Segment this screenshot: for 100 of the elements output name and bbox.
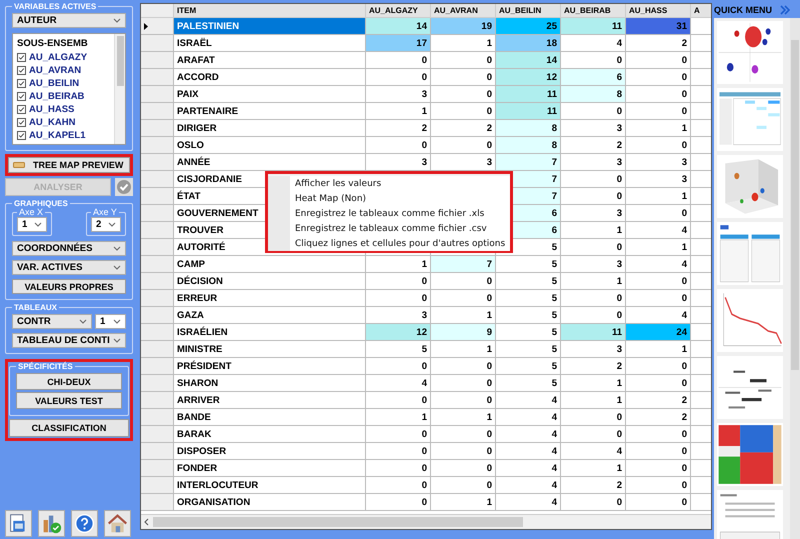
- checkbox[interactable]: [17, 79, 26, 88]
- table-cell: 3: [561, 154, 626, 171]
- table-cell: 4: [366, 375, 431, 392]
- list-item[interactable]: AU_HASS: [29, 104, 74, 115]
- table-cell[interactable]: ISRAËL: [174, 35, 366, 52]
- menu-item[interactable]: Afficher les valeurs: [268, 176, 510, 191]
- table-cell[interactable]: PARTENAIRE: [174, 103, 366, 120]
- menu-item[interactable]: Cliquez lignes et cellules pour d'autres options: [268, 236, 510, 251]
- table-cell: 0: [561, 494, 626, 511]
- home-icon: [107, 513, 128, 534]
- table-cell[interactable]: ORGANISATION: [174, 494, 366, 511]
- table-cell[interactable]: PALESTINIEN: [174, 18, 366, 35]
- list-item[interactable]: AU_KAHN: [29, 117, 76, 128]
- checkbox[interactable]: [17, 92, 26, 101]
- table-cell[interactable]: ARAFAT: [174, 52, 366, 69]
- table-cell[interactable]: ARRIVER: [174, 392, 366, 409]
- list-item[interactable]: AU_AVRAN: [29, 65, 82, 76]
- table-cell[interactable]: GAZA: [174, 307, 366, 324]
- chevron-icon: [108, 222, 116, 227]
- table-cell: 2: [626, 35, 691, 52]
- table-cell: 0: [431, 392, 496, 409]
- menu-item[interactable]: Heat Map (Non): [268, 191, 510, 206]
- word-map-thumbnail[interactable]: [717, 356, 783, 419]
- table-cell: 1: [561, 460, 626, 477]
- list-item[interactable]: AU_BEIRAB: [29, 91, 84, 102]
- table-cell: 4: [626, 256, 691, 273]
- table-cell[interactable]: BANDE: [174, 409, 366, 426]
- line-chart-thumbnail[interactable]: [717, 289, 783, 352]
- table-cell[interactable]: CAMP: [174, 256, 366, 273]
- dropdown[interactable]: 1: [17, 217, 47, 232]
- checkbox[interactable]: [17, 66, 26, 75]
- toolbar-button[interactable]: [5, 510, 32, 537]
- specificites-button[interactable]: VALEURS TEST: [16, 392, 122, 409]
- toolbar-button[interactable]: [71, 510, 98, 537]
- menu-item[interactable]: Enregistrez le tableaux comme fichier .csv: [268, 221, 510, 236]
- table-cell[interactable]: ACCORD: [174, 69, 366, 86]
- dropdown[interactable]: COORDONNÉES: [12, 241, 126, 256]
- checkbox[interactable]: [17, 118, 26, 127]
- table-cell: 0: [366, 358, 431, 375]
- dropdown[interactable]: AUTEUR: [12, 13, 126, 28]
- checkbox[interactable]: [17, 105, 26, 114]
- table-cell[interactable]: FONDER: [174, 460, 366, 477]
- table-cell[interactable]: BARAK: [174, 426, 366, 443]
- table-cell[interactable]: INTERLOCUTEUR: [174, 477, 366, 494]
- chevron-right-icon[interactable]: [780, 5, 790, 15]
- 3d-scatter-thumbnail[interactable]: [717, 155, 783, 218]
- table-cell: 0: [366, 443, 431, 460]
- dropdown[interactable]: TABLEAU DE CONTI: [12, 333, 126, 348]
- table-cell: 1: [431, 409, 496, 426]
- classification-button[interactable]: CLASSIFICATION: [9, 419, 129, 437]
- table-cell[interactable]: OSLO: [174, 137, 366, 154]
- table-cell[interactable]: ISRAÉLIEN: [174, 324, 366, 341]
- table-cell: 0: [626, 86, 691, 103]
- scrollbar[interactable]: [114, 34, 125, 144]
- table-cell[interactable]: DISPOSER: [174, 443, 366, 460]
- toolbar-button[interactable]: [38, 510, 65, 537]
- table-cell: 0: [366, 273, 431, 290]
- group-label: GRAPHIQUES: [13, 199, 69, 208]
- table-cell: 2: [626, 392, 691, 409]
- table-cell: 2: [561, 477, 626, 494]
- menu-item[interactable]: Enregistrez le tableaux comme fichier .xls: [268, 206, 510, 221]
- row-header[interactable]: [141, 18, 174, 35]
- scrollbar[interactable]: [141, 514, 711, 529]
- valeurs-propres-button[interactable]: VALEURS PROPRES: [12, 279, 126, 294]
- table-cell[interactable]: PAIX: [174, 86, 366, 103]
- table-cell[interactable]: ERREUR: [174, 290, 366, 307]
- dropdown[interactable]: CONTR: [12, 314, 92, 329]
- tables-thumbnail[interactable]: [717, 222, 783, 285]
- table-cell[interactable]: DÉCISION: [174, 273, 366, 290]
- table-cell: 5: [496, 375, 561, 392]
- treemap-thumbnail[interactable]: [717, 423, 783, 486]
- table-cell: 1: [561, 375, 626, 392]
- scrollbar[interactable]: [790, 18, 800, 539]
- group-label: Axe X: [19, 207, 44, 217]
- checkbox[interactable]: [17, 131, 26, 140]
- toolbar-button[interactable]: [104, 510, 131, 537]
- bubble-chart-thumbnail[interactable]: [717, 21, 783, 84]
- dropdown[interactable]: 2: [91, 217, 121, 232]
- tree-map-button[interactable]: TREE MAP PREVIEW: [8, 157, 130, 173]
- table-cell: 0: [626, 290, 691, 307]
- tag-icon: [13, 162, 25, 168]
- dropdown[interactable]: VAR. ACTIVES: [12, 260, 126, 275]
- report-thumbnail[interactable]: [717, 490, 783, 539]
- table-cell: 24: [626, 324, 691, 341]
- table-cell: 1: [626, 341, 691, 358]
- dropdown[interactable]: 1: [95, 314, 126, 329]
- table-cell[interactable]: PRÉSIDENT: [174, 358, 366, 375]
- table-cell[interactable]: SHARON: [174, 375, 366, 392]
- list-item[interactable]: AU_ALGAZY: [29, 52, 88, 63]
- table-thumbnail[interactable]: [717, 88, 783, 151]
- table-cell: 3: [626, 154, 691, 171]
- checkbox[interactable]: [17, 53, 26, 62]
- table-cell: 1: [561, 222, 626, 239]
- list-item[interactable]: AU_KAPEL1: [29, 130, 86, 141]
- table-cell[interactable]: MINISTRE: [174, 341, 366, 358]
- list-item[interactable]: AU_BEILIN: [29, 78, 80, 89]
- chevron-icon: [113, 265, 121, 270]
- specificites-button[interactable]: CHI-DEUX: [16, 373, 122, 390]
- table-cell[interactable]: DIRIGER: [174, 120, 366, 137]
- group-label: SPÉCIFICITÉS: [17, 362, 74, 371]
